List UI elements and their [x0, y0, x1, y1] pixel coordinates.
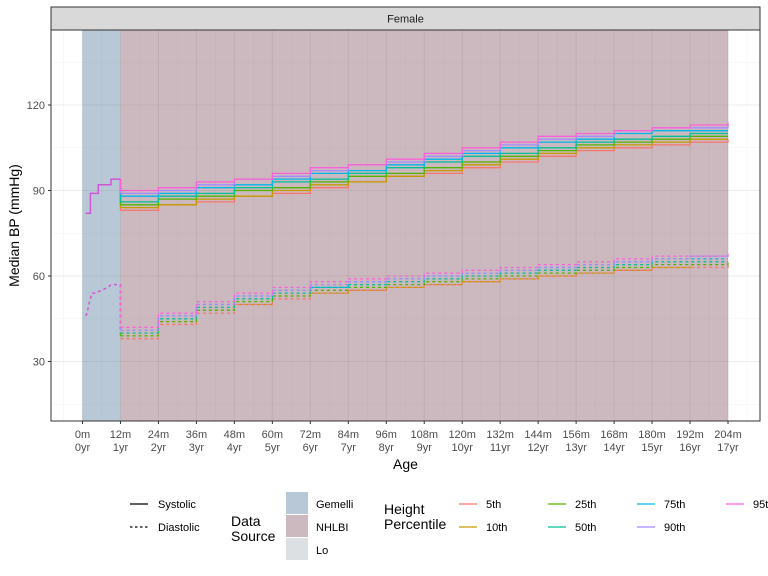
x-tick-label-months: 36m	[186, 429, 207, 441]
legend-label-lo: Lo	[316, 545, 328, 557]
x-tick-label-years: 14yr	[603, 442, 625, 454]
x-tick-label-years: 3yr	[189, 442, 205, 454]
x-tick-label-years: 15yr	[641, 442, 663, 454]
x-tick-label-months: 24m	[148, 429, 169, 441]
x-tick-label-months: 180m	[638, 429, 666, 441]
x-tick-label-months: 156m	[562, 429, 590, 441]
legend-label-diastolic: Diastolic	[158, 522, 200, 534]
legend-title-percentile-line1: Height	[384, 501, 425, 517]
legend-height-percentile: Height Percentile 5th 10th 25th 50th 75th 90t…	[384, 499, 768, 534]
x-tick-label-months: 84m	[338, 429, 359, 441]
x-tick-label-months: 12m	[110, 429, 131, 441]
legend-key-lo	[286, 538, 308, 560]
x-tick-label-years: 2yr	[151, 442, 167, 454]
x-tick-label-years: 9yr	[417, 442, 433, 454]
legend-label-5th: 5th	[486, 499, 501, 511]
x-tick-label-months: 132m	[486, 429, 514, 441]
x-tick-label-years: 0yr	[75, 442, 91, 454]
legend-data-source: Data Source Gemelli NHLBI Lo	[231, 492, 353, 560]
x-tick-label-months: 204m	[714, 429, 742, 441]
x-tick-label-months: 108m	[410, 429, 438, 441]
facet-label: Female	[387, 14, 424, 26]
x-tick-label-years: 4yr	[227, 442, 243, 454]
legend-label-75th: 75th	[664, 499, 685, 511]
legend-title-source-line2: Source	[231, 528, 276, 544]
x-tick-label-months: 72m	[300, 429, 321, 441]
legend-title-percentile-line2: Percentile	[384, 516, 446, 532]
x-axis: 0m0yr 12m1yr 24m2yr 36m3yr 48m4yr 60m5yr 72m6y…	[75, 421, 742, 454]
x-tick-label-years: 1yr	[113, 442, 129, 454]
legend-key-gemelli	[286, 492, 308, 514]
legend-label-nhlbi: NHLBI	[316, 522, 348, 534]
x-tick-label-months: 144m	[524, 429, 552, 441]
y-tick-label: 90	[33, 186, 45, 198]
x-tick-label-months: 0m	[75, 429, 90, 441]
legend-label-95th: 95th	[753, 499, 768, 511]
x-tick-label-months: 48m	[224, 429, 245, 441]
legend-label-systolic: Systolic	[158, 499, 196, 511]
y-axis: 30 60 90 120	[27, 100, 51, 369]
legend-label-50th: 50th	[575, 522, 596, 534]
x-tick-label-years: 12yr	[527, 442, 549, 454]
legend-label-90th: 90th	[664, 522, 685, 534]
x-tick-label-years: 7yr	[341, 442, 357, 454]
legend-label-gemelli: Gemelli	[316, 499, 353, 511]
x-tick-label-months: 60m	[262, 429, 283, 441]
x-tick-label-years: 8yr	[379, 442, 395, 454]
legend-linetype: Systolic Diastolic	[130, 499, 200, 534]
x-tick-label-years: 10yr	[452, 442, 474, 454]
y-tick-label: 30	[33, 357, 45, 369]
x-tick-label-years: 5yr	[265, 442, 281, 454]
x-tick-label-years: 17yr	[717, 442, 739, 454]
y-tick-label: 60	[33, 271, 45, 283]
x-tick-label-years: 13yr	[565, 442, 587, 454]
x-tick-label-months: 96m	[376, 429, 397, 441]
legend-title-source-line1: Data	[231, 513, 261, 529]
legend-key-nhlbi	[286, 515, 308, 537]
x-tick-label-months: 168m	[600, 429, 628, 441]
y-tick-label: 120	[27, 100, 45, 112]
y-axis-title: Median BP (mmHg)	[6, 164, 22, 287]
legend-label-10th: 10th	[486, 522, 507, 534]
x-tick-label-months: 120m	[448, 429, 476, 441]
legend-label-25th: 25th	[575, 499, 596, 511]
bp-chart: Female 30 60 90 120 0m0yr 12m1yr 24m2yr 36m3yr…	[6, 6, 768, 560]
x-tick-label-months: 192m	[676, 429, 704, 441]
x-tick-label-years: 11yr	[490, 442, 511, 454]
x-axis-title: Age	[393, 456, 418, 472]
x-tick-label-years: 6yr	[303, 442, 319, 454]
x-tick-label-years: 16yr	[679, 442, 701, 454]
